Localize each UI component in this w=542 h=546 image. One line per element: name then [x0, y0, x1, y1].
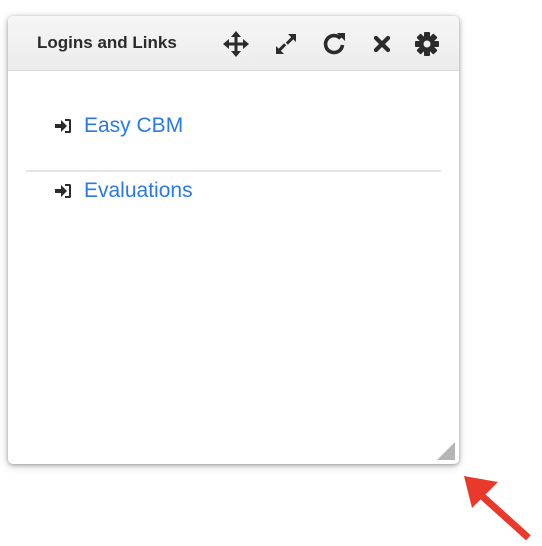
sign-in-icon: [54, 117, 72, 135]
widget-title: Logins and Links: [37, 33, 177, 52]
expand-icon[interactable]: [272, 30, 300, 58]
widget-header: Logins and Links: [8, 16, 459, 71]
link-label[interactable]: Evaluations: [84, 179, 193, 203]
close-icon[interactable]: [368, 30, 396, 58]
annotation-arrow-icon: [462, 474, 542, 544]
logins-and-links-widget: Logins and Links Easy CBM Evaluations: [8, 16, 459, 464]
sign-in-icon: [54, 182, 72, 200]
link-evaluations[interactable]: Evaluations: [54, 176, 193, 206]
divider: [26, 170, 441, 172]
move-icon[interactable]: [222, 30, 250, 58]
screenshot-stage: Logins and Links Easy CBM Evaluations: [0, 0, 542, 546]
link-easy-cbm[interactable]: Easy CBM: [54, 111, 183, 141]
gear-icon[interactable]: [413, 30, 441, 58]
resize-handle-icon[interactable]: [437, 442, 455, 460]
widget-body: Easy CBM Evaluations: [8, 71, 459, 464]
link-label[interactable]: Easy CBM: [84, 114, 183, 138]
refresh-icon[interactable]: [320, 30, 348, 58]
